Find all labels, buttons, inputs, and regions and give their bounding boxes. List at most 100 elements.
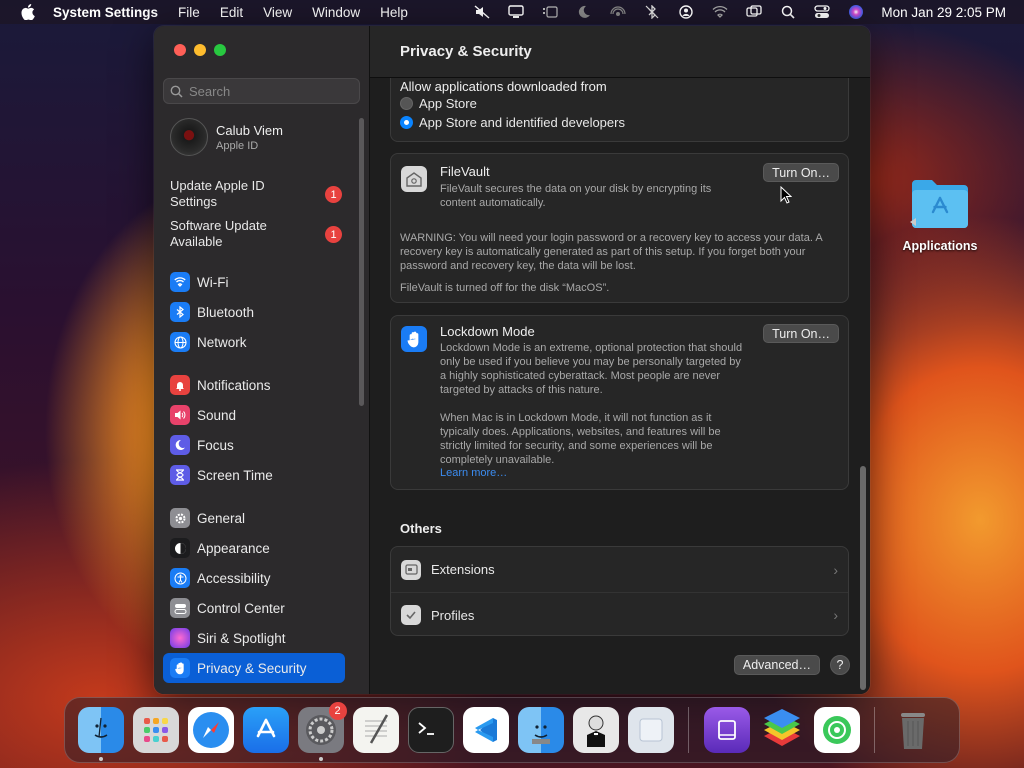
focus-moon-icon[interactable] bbox=[572, 0, 596, 24]
search-icon[interactable] bbox=[776, 0, 800, 24]
sidebar-scrollbar[interactable] bbox=[359, 118, 364, 406]
edit-menu[interactable]: Edit bbox=[210, 5, 253, 20]
software-update-notice[interactable]: Software Update Available 1 bbox=[170, 218, 350, 250]
safari-icon[interactable] bbox=[187, 707, 234, 753]
avatar bbox=[170, 118, 208, 156]
search-icon bbox=[170, 85, 183, 98]
radio-button[interactable] bbox=[400, 97, 413, 110]
zoom-button[interactable] bbox=[214, 44, 226, 56]
chevron-right-icon: › bbox=[833, 561, 838, 578]
help-menu[interactable]: Help bbox=[370, 5, 418, 20]
terminal-icon[interactable] bbox=[407, 707, 454, 753]
filevault-status: FileVault is turned off for the disk “Ma… bbox=[400, 282, 610, 294]
siri-icon[interactable] bbox=[844, 0, 868, 24]
menu-bar: System Settings File Edit View Window He… bbox=[0, 0, 1024, 24]
allow-apps-card: Allow applications downloaded from App S… bbox=[390, 78, 849, 142]
extensions-row[interactable]: Extensions › bbox=[391, 547, 848, 592]
profiles-row[interactable]: Profiles › bbox=[391, 592, 848, 637]
display-icon[interactable] bbox=[504, 0, 528, 24]
lockdown-title: Lockdown Mode bbox=[440, 324, 535, 339]
finder-icon[interactable] bbox=[77, 707, 124, 761]
sidebar-search[interactable] bbox=[163, 78, 360, 104]
sidebar-item-label: Network bbox=[197, 334, 247, 350]
update-apple-id-notice[interactable]: Update Apple ID Settings 1 bbox=[170, 178, 350, 210]
content-scrollbar[interactable] bbox=[860, 466, 866, 690]
sidebar-item-label: General bbox=[197, 510, 246, 526]
vscode-icon[interactable] bbox=[462, 707, 509, 753]
sidebar-item-label: Appearance bbox=[197, 540, 270, 556]
view-menu[interactable]: View bbox=[253, 5, 302, 20]
notice-badge: 1 bbox=[325, 226, 342, 243]
lockdown-turn-on-button[interactable]: Turn On… bbox=[763, 324, 839, 343]
sidebar-item-focus[interactable]: Focus bbox=[163, 430, 345, 460]
control-center-icon bbox=[170, 598, 190, 618]
sidebar-item-appearance[interactable]: Appearance bbox=[163, 533, 345, 563]
window-menu[interactable]: Window bbox=[302, 5, 370, 20]
sidebar-item-label: Siri & Spotlight bbox=[197, 630, 286, 646]
sidebar-item-sound[interactable]: Sound bbox=[163, 400, 345, 430]
dock: 2 bbox=[64, 697, 960, 763]
folder-label: Applications bbox=[902, 239, 978, 253]
launchpad-icon[interactable] bbox=[132, 707, 179, 753]
minimize-button[interactable] bbox=[194, 44, 206, 56]
radio-app-store[interactable]: App Store bbox=[400, 94, 839, 113]
sidebar-item-screen-time[interactable]: Screen Time bbox=[163, 460, 345, 490]
folder-icon bbox=[910, 180, 968, 228]
lockdown-desc: Lockdown Mode is an extreme, optional pr… bbox=[440, 342, 743, 396]
sidebar-item-control-center[interactable]: Control Center bbox=[163, 593, 345, 623]
filevault-turn-on-button[interactable]: Turn On… bbox=[763, 163, 839, 182]
file-menu[interactable]: File bbox=[168, 5, 210, 20]
sidebar-item-general[interactable]: General bbox=[163, 503, 345, 533]
others-card: Extensions › Profiles › bbox=[390, 546, 849, 636]
bluestacks-icon[interactable] bbox=[759, 707, 805, 753]
stage-manager-icon[interactable] bbox=[538, 0, 562, 24]
textedit-icon[interactable] bbox=[352, 707, 399, 753]
preview-icon[interactable] bbox=[627, 707, 674, 753]
account-sub: Apple ID bbox=[216, 139, 259, 152]
app-menu[interactable]: System Settings bbox=[39, 5, 168, 20]
radio-button-selected[interactable] bbox=[400, 116, 413, 129]
extensions-icon bbox=[401, 559, 421, 580]
sidebar-item-network[interactable]: Network bbox=[163, 327, 345, 357]
wifi-icon[interactable] bbox=[708, 0, 732, 24]
sidebar-item-bluetooth[interactable]: Bluetooth bbox=[163, 297, 345, 327]
sidebar-item-siri-spotlight[interactable]: Siri & Spotlight bbox=[163, 623, 345, 653]
nav-group-network: Wi-Fi Bluetooth Network bbox=[163, 267, 345, 357]
app-store-icon[interactable] bbox=[242, 707, 289, 753]
radio-app-store-identified[interactable]: App Store and identified developers bbox=[400, 113, 839, 132]
apple-id-account[interactable]: Calub Viem Apple ID bbox=[170, 118, 283, 156]
bartender-icon[interactable] bbox=[572, 707, 619, 753]
sidebar-item-label: Screen Time bbox=[197, 467, 273, 483]
mute-icon[interactable] bbox=[470, 0, 494, 24]
screen-mirror-icon[interactable] bbox=[742, 0, 766, 24]
findmy-icon[interactable] bbox=[813, 707, 860, 753]
sidebar-item-label: Bluetooth bbox=[197, 304, 255, 320]
row-label: Extensions bbox=[431, 562, 495, 577]
lockdown-card: Lockdown Mode Lockdown Mode is an extrem… bbox=[390, 315, 849, 490]
airdrop-icon[interactable] bbox=[606, 0, 630, 24]
sidebar-item-wifi[interactable]: Wi-Fi bbox=[163, 267, 345, 297]
help-button[interactable]: ? bbox=[830, 655, 850, 675]
mouse-cursor-icon bbox=[780, 186, 792, 204]
hand-icon bbox=[170, 658, 190, 678]
sidebar-item-privacy-security[interactable]: Privacy & Security bbox=[163, 653, 345, 683]
profiles-icon bbox=[401, 605, 421, 625]
search-input[interactable] bbox=[189, 83, 349, 99]
sidebar-item-accessibility[interactable]: Accessibility bbox=[163, 563, 345, 593]
podcasts-icon[interactable] bbox=[703, 707, 750, 753]
menubar-clock[interactable]: Mon Jan 29 2:05 PM bbox=[873, 5, 1024, 20]
settings-icon[interactable]: 2 bbox=[297, 702, 347, 761]
close-button[interactable] bbox=[174, 44, 186, 56]
bluetooth-off-icon[interactable] bbox=[640, 0, 664, 24]
applications-desktop-folder[interactable]: Applications bbox=[898, 178, 982, 253]
others-heading: Others bbox=[400, 521, 442, 536]
apple-menu-icon[interactable] bbox=[17, 0, 39, 24]
migration-icon[interactable] bbox=[517, 707, 564, 753]
learn-more-link[interactable]: Learn more… bbox=[440, 467, 507, 479]
trash-icon[interactable] bbox=[890, 707, 936, 753]
control-center-icon[interactable] bbox=[810, 0, 834, 24]
sidebar-item-notifications[interactable]: Notifications bbox=[163, 370, 345, 400]
user-icon[interactable] bbox=[674, 0, 698, 24]
accessibility-icon bbox=[170, 568, 190, 588]
advanced-button[interactable]: Advanced… bbox=[733, 655, 820, 675]
